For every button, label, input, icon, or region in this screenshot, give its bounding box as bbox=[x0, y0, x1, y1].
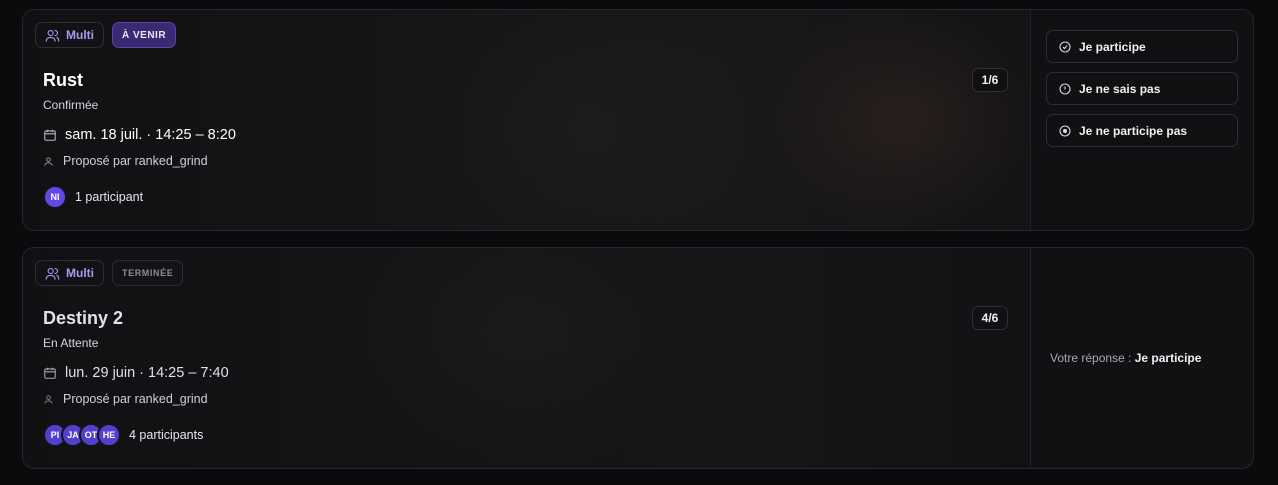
mode-badge-label: Multi bbox=[66, 266, 94, 280]
mode-badge: Multi bbox=[35, 260, 104, 286]
your-response-label: Votre réponse : bbox=[1050, 351, 1132, 365]
event-status: En Attente bbox=[43, 336, 99, 350]
decline-button[interactable]: Je ne participe pas bbox=[1046, 114, 1238, 147]
slots-badge: 4/6 bbox=[972, 306, 1008, 330]
event-proposer-text: Proposé par ranked_grind bbox=[63, 392, 208, 406]
event-proposer: Proposé par ranked_grind bbox=[43, 154, 208, 168]
event-datetime: sam. 18 juil. · 14:25 – 8:20 bbox=[43, 127, 236, 143]
participant-avatars: NI bbox=[43, 185, 67, 209]
users-icon bbox=[45, 29, 60, 42]
event-title: Rust bbox=[43, 70, 83, 90]
participants[interactable]: PI JA OT HE 4 participants bbox=[43, 423, 203, 447]
participant-avatars: PI JA OT HE bbox=[43, 423, 121, 447]
slots-badge: 1/6 bbox=[972, 68, 1008, 92]
decline-button-label: Je ne participe pas bbox=[1079, 123, 1188, 138]
event-datetime-text: lun. 29 juin · 14:25 – 7:40 bbox=[65, 365, 229, 381]
avatar: NI bbox=[43, 185, 67, 209]
event-badges: Multi À VENIR bbox=[35, 22, 177, 48]
card-divider bbox=[1030, 248, 1031, 468]
participate-button[interactable]: Je participe bbox=[1046, 30, 1238, 63]
event-datetime: lun. 29 juin · 14:25 – 7:40 bbox=[43, 365, 229, 381]
calendar-icon bbox=[44, 129, 56, 141]
mode-badge-label: Multi bbox=[66, 28, 94, 42]
event-status: Confirmée bbox=[43, 98, 99, 112]
participants-count: 1 participant bbox=[75, 190, 144, 204]
participate-button-label: Je participe bbox=[1079, 39, 1146, 54]
user-icon bbox=[44, 394, 53, 404]
unsure-button-label: Je ne sais pas bbox=[1079, 81, 1161, 96]
state-badge-ended: TERMINÉE bbox=[112, 260, 184, 286]
calendar-icon bbox=[44, 367, 56, 379]
your-response-value: Je participe bbox=[1134, 351, 1202, 365]
event-datetime-text: sam. 18 juil. · 14:25 – 8:20 bbox=[65, 127, 236, 143]
mode-badge: Multi bbox=[35, 22, 104, 48]
alert-circle-icon bbox=[1059, 82, 1071, 95]
event-badges: Multi TERMINÉE bbox=[35, 260, 184, 286]
event-card[interactable]: Multi À VENIR Rust Confirmée sam. 18 jui… bbox=[22, 9, 1254, 231]
event-title: Destiny 2 bbox=[43, 308, 124, 328]
rsvp-actions: Je participe Je ne sais pas Je ne partic… bbox=[1046, 30, 1238, 156]
state-badge-upcoming: À VENIR bbox=[112, 22, 177, 48]
participants[interactable]: NI 1 participant bbox=[43, 185, 143, 209]
event-card[interactable]: Multi TERMINÉE Destiny 2 En Attente lun.… bbox=[22, 247, 1254, 469]
event-proposer-text: Proposé par ranked_grind bbox=[63, 154, 208, 168]
x-circle-icon bbox=[1059, 124, 1071, 137]
your-response: Votre réponse : Je participe bbox=[1050, 351, 1201, 365]
unsure-button[interactable]: Je ne sais pas bbox=[1046, 72, 1238, 105]
avatar: HE bbox=[97, 423, 121, 447]
participants-count: 4 participants bbox=[129, 428, 204, 442]
card-divider bbox=[1030, 10, 1031, 230]
event-proposer: Proposé par ranked_grind bbox=[43, 392, 208, 406]
user-icon bbox=[44, 156, 53, 166]
users-icon bbox=[45, 267, 60, 280]
check-circle-icon bbox=[1059, 40, 1071, 53]
